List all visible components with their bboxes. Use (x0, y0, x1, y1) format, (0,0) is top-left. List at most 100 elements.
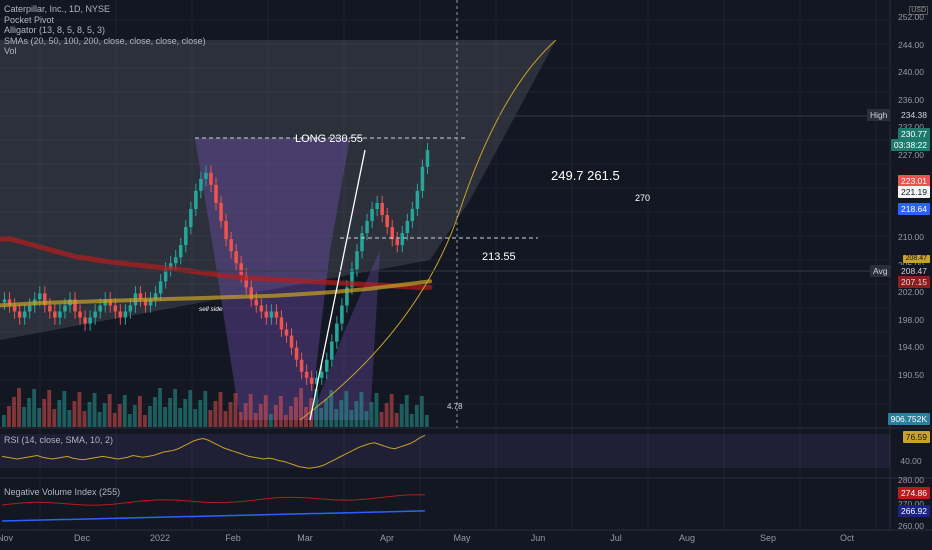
price-axis-label: 240.00 (898, 67, 924, 77)
volume-bar (193, 409, 198, 427)
nvi-axis-top: 280.00 (898, 475, 924, 485)
nvi-label[interactable]: Negative Volume Index (255) (4, 487, 120, 497)
volume-bar (97, 412, 102, 427)
volume-bar (32, 389, 37, 427)
candle-body (63, 305, 67, 312)
volume-bar (344, 391, 349, 427)
indicator-smas[interactable]: SMAs (20, 50, 100, 200, close, close, cl… (4, 36, 206, 47)
volume-bar (324, 399, 329, 427)
volume-bar (127, 414, 132, 427)
target-270-label: 270 (635, 193, 651, 203)
volume-bar (409, 414, 414, 427)
volume-bar (233, 393, 238, 427)
price-axis-label: 227.00 (898, 149, 924, 160)
candle-body (304, 371, 309, 378)
time-axis-label: Jul (610, 533, 622, 543)
price-axis-label: 194.00 (898, 342, 924, 352)
time-axis-label: Oct (839, 533, 855, 543)
candle-body (2, 299, 7, 303)
candle-body (27, 305, 32, 312)
price-axis-label: 202.00 (898, 287, 924, 297)
price-chart[interactable] (0, 0, 932, 550)
candle-body (425, 150, 430, 167)
indicator-vol[interactable]: Vol (4, 46, 206, 57)
volume-bar (92, 393, 97, 427)
volume-bar (258, 404, 263, 427)
time-axis-label: Mar (297, 533, 313, 543)
price-axis-label: 236.00 (898, 94, 924, 105)
candle-body (330, 341, 334, 360)
volume-bar (213, 401, 218, 427)
candle-body (224, 221, 228, 240)
volume-bar (334, 409, 339, 427)
candle-body (53, 311, 57, 318)
candle-body (405, 221, 410, 234)
volume-bar (107, 394, 112, 427)
volume-bar (142, 415, 147, 427)
candle-body (234, 251, 238, 264)
sell-side-label: sell side (199, 306, 223, 313)
candle-body (355, 251, 359, 270)
time-axis-label: Feb (225, 533, 241, 543)
volume-bar (384, 403, 389, 427)
volume-bar (424, 415, 429, 427)
volume-bar (82, 411, 87, 427)
time-axis-label: Dec (73, 533, 91, 543)
candle-body (229, 239, 233, 252)
candle-body (380, 202, 384, 215)
white-ma-tag: 221.19 (898, 186, 930, 198)
volume-bar (72, 401, 77, 427)
volume-bar (238, 412, 243, 427)
candle-body (83, 317, 87, 324)
volume-tag: 906.752K (887, 413, 930, 425)
time-axis-label: Jun (530, 533, 546, 543)
volume-bar (62, 391, 67, 427)
volume-bar (379, 412, 384, 427)
price-axis-label: 210.00 (898, 232, 924, 242)
volume-bar (22, 407, 26, 427)
volume-bar (339, 400, 344, 427)
candle-body (17, 311, 22, 318)
candle-body (319, 371, 324, 378)
candle-body (415, 190, 420, 209)
volume-bar (163, 407, 167, 427)
volume-bar (148, 406, 152, 427)
candle-body (194, 190, 198, 209)
candle-body (269, 311, 274, 318)
volume-bar (218, 392, 223, 427)
rsi-label[interactable]: RSI (14, close, SMA, 10, 2) (4, 435, 113, 445)
candle-body (88, 317, 92, 324)
small-number-label: 4.78 (447, 402, 463, 411)
volume-bar (57, 400, 62, 427)
nvi-blue-tag: 266.92 (898, 505, 930, 517)
volume-bar (223, 411, 228, 427)
candle-body (118, 311, 123, 318)
volume-bar (52, 409, 57, 427)
indicator-pocket-pivot[interactable]: Pocket Pivot (4, 15, 206, 26)
volume-bar (183, 399, 188, 427)
volume-bar (263, 395, 268, 427)
volume-bar (369, 402, 374, 427)
rsi-band (0, 434, 890, 468)
candle-body (289, 335, 294, 348)
volume-bar (389, 394, 394, 427)
price-axis-label: 190.50 (898, 369, 924, 380)
dark-red-ma-tag: 207.15 (898, 276, 930, 288)
candle-body (209, 172, 213, 185)
indicator-alligator[interactable]: Alligator (13, 8, 5, 8, 5, 3) (4, 25, 206, 36)
candle-body (173, 257, 178, 264)
candle-body (199, 178, 203, 191)
volume-bar (87, 402, 92, 427)
time-axis-label: 2022 (149, 533, 171, 543)
chart-legend: Caterpillar, Inc., 1D, NYSE Pocket Pivot… (4, 4, 206, 57)
candle-body (385, 215, 389, 228)
volume-bar (67, 410, 72, 427)
candle-body (294, 347, 299, 360)
candle-body (22, 311, 27, 318)
volume-bar (17, 388, 21, 427)
candle-body (178, 245, 183, 258)
volume-bar (7, 406, 11, 427)
nvi-axis-bottom: 260.00 (898, 521, 924, 531)
volume-bar (289, 406, 293, 427)
volume-bar (173, 389, 178, 427)
